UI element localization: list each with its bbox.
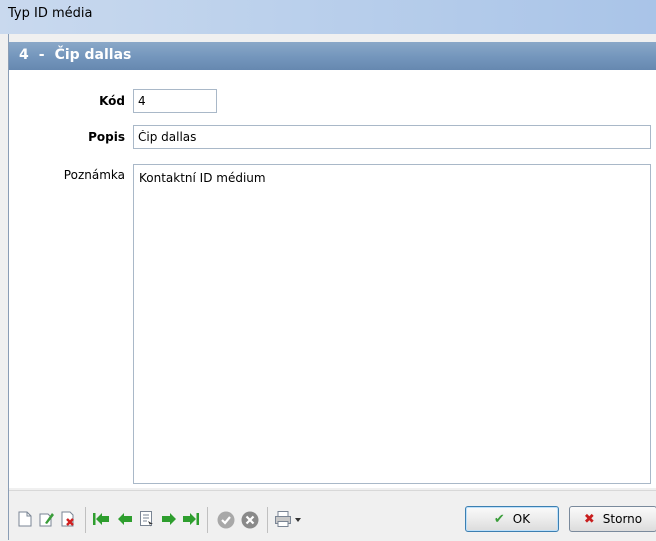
storno-button[interactable]: ✖ Storno xyxy=(569,506,656,532)
window-body: 4-Čip dallas Kód Popis Poznámka Kontaktn… xyxy=(8,34,656,541)
new-document-icon[interactable] xyxy=(17,511,33,527)
cancel-icon[interactable] xyxy=(241,511,259,529)
edit-document-icon[interactable] xyxy=(39,511,55,527)
previous-record-icon[interactable] xyxy=(117,511,133,527)
first-record-icon[interactable] xyxy=(93,511,109,527)
record-id: 4 xyxy=(19,47,29,63)
checkmark-icon: ✔ xyxy=(493,511,505,527)
kod-label: Kód xyxy=(99,94,125,108)
confirm-icon[interactable] xyxy=(217,511,235,529)
poznamka-text: Kontaktní ID médium xyxy=(139,171,266,185)
bottom-toolbar: ✔ OK ✖ Storno xyxy=(9,490,656,541)
window-titlebar: Typ ID média xyxy=(0,0,656,34)
close-icon: ✖ xyxy=(583,511,595,527)
next-record-icon[interactable] xyxy=(161,511,177,527)
toolbar-separator xyxy=(85,507,86,533)
detail-icon[interactable] xyxy=(139,511,155,527)
ok-button[interactable]: ✔ OK xyxy=(465,506,559,532)
poznamka-label: Poznámka xyxy=(63,168,125,182)
last-record-icon[interactable] xyxy=(183,511,199,527)
record-name: Čip dallas xyxy=(54,47,132,63)
window-title: Typ ID média xyxy=(8,6,93,21)
popis-label: Popis xyxy=(88,130,125,144)
form-area: Kód Popis Poznámka Kontaktní ID médium xyxy=(9,70,656,488)
popis-field[interactable] xyxy=(133,125,651,149)
record-separator: - xyxy=(38,47,45,63)
delete-document-icon[interactable] xyxy=(61,511,77,527)
storno-button-label: Storno xyxy=(602,512,643,526)
toolbar-separator xyxy=(207,507,208,533)
record-header: 4- Čip dallas xyxy=(9,42,656,70)
kod-field[interactable] xyxy=(133,89,217,113)
poznamka-textarea[interactable]: Kontaktní ID médium xyxy=(133,164,651,484)
print-icon[interactable] xyxy=(275,511,303,527)
ok-button-label: OK xyxy=(512,512,531,526)
toolbar-separator xyxy=(267,507,268,533)
